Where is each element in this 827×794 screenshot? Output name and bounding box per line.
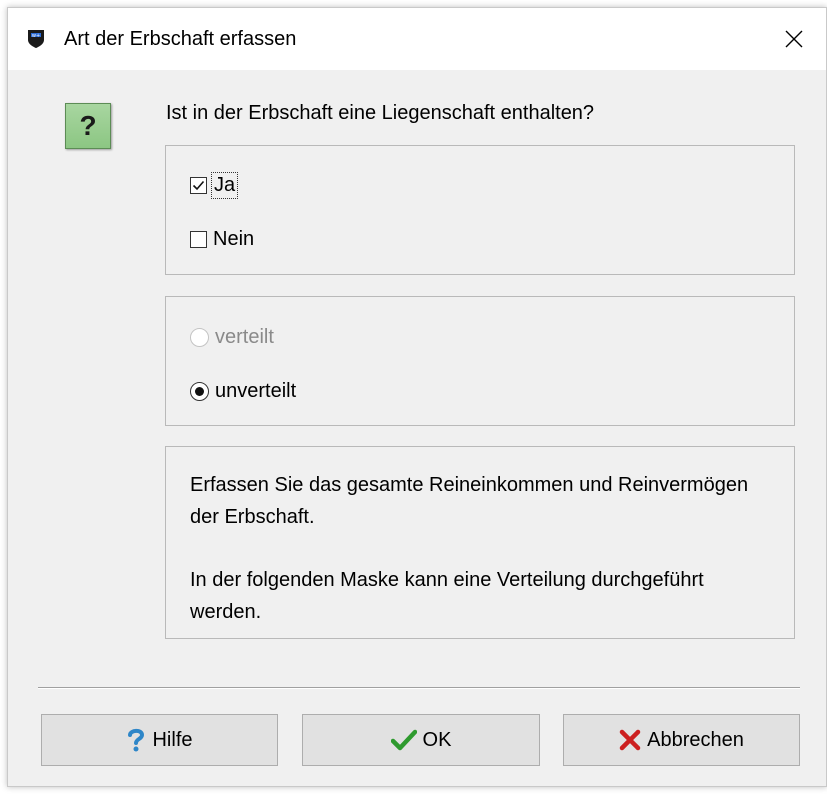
- info-text: Erfassen Sie das gesamte Reineinkommen u…: [190, 469, 750, 659]
- distribution-options-group: verteilt unverteilt: [165, 296, 795, 426]
- help-button-label: Hilfe: [152, 728, 193, 751]
- liegenschaft-options-group: Ja Nein: [165, 145, 795, 275]
- option-verteilt[interactable]: verteilt: [190, 326, 274, 349]
- nein-label[interactable]: Nein: [213, 228, 254, 251]
- nein-checkbox[interactable]: [190, 231, 207, 248]
- title-bar[interactable]: w+ Art der Erbschaft erfassen: [8, 8, 826, 70]
- unverteilt-radio[interactable]: [190, 382, 209, 401]
- question-text: Ist in der Erbschaft eine Liegenschaft e…: [166, 102, 595, 124]
- help-button[interactable]: Hilfe: [41, 714, 278, 766]
- close-button[interactable]: [762, 8, 826, 70]
- info-paragraph-1: Erfassen Sie das gesamte Reineinkommen u…: [190, 474, 749, 528]
- close-icon: [785, 30, 803, 48]
- help-question-icon: [128, 728, 145, 752]
- option-ja[interactable]: Ja: [190, 172, 239, 199]
- checkmark-icon: [390, 729, 417, 751]
- ok-button[interactable]: OK: [302, 714, 540, 766]
- verteilt-label[interactable]: verteilt: [215, 326, 274, 349]
- option-nein[interactable]: Nein: [190, 228, 254, 251]
- unverteilt-label[interactable]: unverteilt: [215, 380, 296, 403]
- svg-text:w+: w+: [32, 33, 40, 39]
- cancel-button-label: Abbrechen: [647, 728, 744, 751]
- app-logo-icon: w+: [26, 29, 46, 49]
- option-unverteilt[interactable]: unverteilt: [190, 380, 296, 403]
- separator: [38, 687, 800, 689]
- ja-checkbox[interactable]: [190, 177, 207, 194]
- dialog-window: w+ Art der Erbschaft erfassen ? Ist in d…: [7, 7, 827, 787]
- question-icon: ?: [65, 103, 111, 149]
- ja-label[interactable]: Ja: [210, 172, 239, 199]
- ok-button-label: OK: [422, 728, 452, 751]
- checkmark-icon: [192, 180, 205, 191]
- cancel-button[interactable]: Abbrechen: [563, 714, 800, 766]
- window-title: Art der Erbschaft erfassen: [64, 28, 297, 50]
- x-cancel-icon: [619, 729, 641, 751]
- info-paragraph-2: In der folgenden Maske kann eine Verteil…: [190, 569, 704, 623]
- verteilt-radio[interactable]: [190, 328, 209, 347]
- info-box: Erfassen Sie das gesamte Reineinkommen u…: [165, 446, 795, 639]
